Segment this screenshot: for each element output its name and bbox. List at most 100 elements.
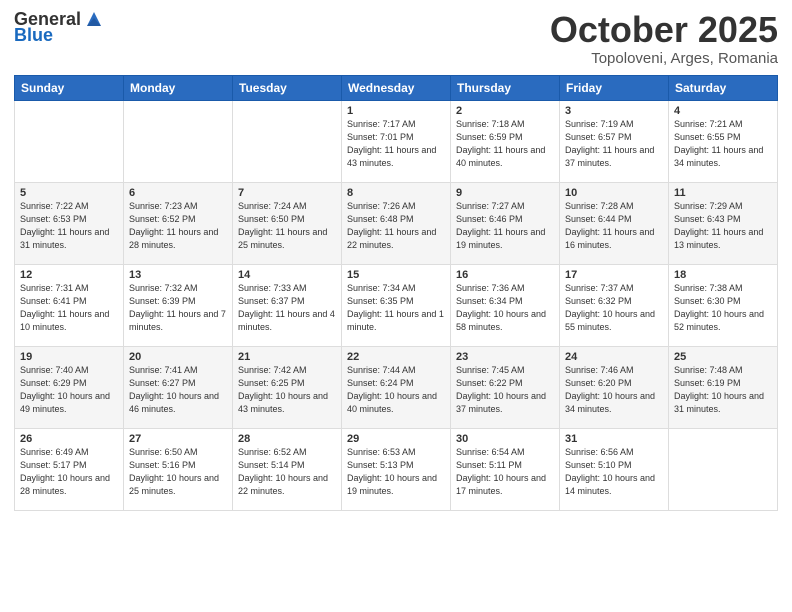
day-number: 21 [238, 351, 336, 363]
calendar-week-row: 26 Sunrise: 6:49 AMSunset: 5:17 PMDayligh… [15, 428, 778, 510]
table-row [233, 100, 342, 182]
table-row: 16 Sunrise: 7:36 AMSunset: 6:34 PMDayligh… [451, 264, 560, 346]
day-number: 19 [20, 351, 118, 363]
day-info: Sunrise: 7:36 AMSunset: 6:34 PMDaylight:… [456, 283, 546, 332]
col-thursday: Thursday [451, 75, 560, 100]
day-info: Sunrise: 7:18 AMSunset: 6:59 PMDaylight:… [456, 119, 545, 168]
day-number: 22 [347, 351, 445, 363]
month-title: October 2025 [550, 10, 778, 50]
table-row: 19 Sunrise: 7:40 AMSunset: 6:29 PMDayligh… [15, 346, 124, 428]
day-info: Sunrise: 7:48 AMSunset: 6:19 PMDaylight:… [674, 365, 764, 414]
table-row: 12 Sunrise: 7:31 AMSunset: 6:41 PMDayligh… [15, 264, 124, 346]
table-row: 18Sunrise: 7:38 AMSunset: 6:30 PMDayligh… [669, 264, 778, 346]
day-number: 1 [347, 105, 445, 117]
day-number: 3 [565, 105, 663, 117]
calendar-table: Sunday Monday Tuesday Wednesday Thursday… [14, 75, 778, 511]
day-number: 5 [20, 187, 118, 199]
day-info: Sunrise: 7:17 AMSunset: 7:01 PMDaylight:… [347, 119, 436, 168]
day-info: Sunrise: 7:31 AMSunset: 6:41 PMDaylight:… [20, 283, 109, 332]
calendar-header-row: Sunday Monday Tuesday Wednesday Thursday… [15, 75, 778, 100]
day-number: 27 [129, 433, 227, 445]
day-info: Sunrise: 7:21 AMSunset: 6:55 PMDaylight:… [674, 119, 763, 168]
table-row: 22Sunrise: 7:44 AMSunset: 6:24 PMDayligh… [342, 346, 451, 428]
table-row: 29 Sunrise: 6:53 AMSunset: 5:13 PMDayligh… [342, 428, 451, 510]
day-number: 17 [565, 269, 663, 281]
day-number: 4 [674, 105, 772, 117]
day-number: 12 [20, 269, 118, 281]
day-info: Sunrise: 6:54 AMSunset: 5:11 PMDaylight:… [456, 447, 546, 496]
day-info: Sunrise: 6:53 AMSunset: 5:13 PMDaylight:… [347, 447, 437, 496]
day-info: Sunrise: 7:19 AMSunset: 6:57 PMDaylight:… [565, 119, 654, 168]
col-tuesday: Tuesday [233, 75, 342, 100]
table-row [15, 100, 124, 182]
calendar-week-row: 19 Sunrise: 7:40 AMSunset: 6:29 PMDayligh… [15, 346, 778, 428]
calendar-week-row: 1 Sunrise: 7:17 AMSunset: 7:01 PMDaylight… [15, 100, 778, 182]
table-row: 28 Sunrise: 6:52 AMSunset: 5:14 PMDayligh… [233, 428, 342, 510]
col-wednesday: Wednesday [342, 75, 451, 100]
day-number: 14 [238, 269, 336, 281]
day-number: 29 [347, 433, 445, 445]
table-row: 17 Sunrise: 7:37 AMSunset: 6:32 PMDayligh… [560, 264, 669, 346]
day-number: 25 [674, 351, 772, 363]
day-number: 13 [129, 269, 227, 281]
day-info: Sunrise: 7:38 AMSunset: 6:30 PMDaylight:… [674, 283, 764, 332]
day-number: 31 [565, 433, 663, 445]
table-row: 30 Sunrise: 6:54 AMSunset: 5:11 PMDayligh… [451, 428, 560, 510]
day-number: 20 [129, 351, 227, 363]
table-row: 2 Sunrise: 7:18 AMSunset: 6:59 PMDaylight… [451, 100, 560, 182]
table-row: 8 Sunrise: 7:26 AMSunset: 6:48 PMDaylight… [342, 182, 451, 264]
day-number: 2 [456, 105, 554, 117]
day-number: 9 [456, 187, 554, 199]
day-number: 26 [20, 433, 118, 445]
day-info: Sunrise: 7:32 AMSunset: 6:39 PMDaylight:… [129, 283, 226, 332]
table-row: 26 Sunrise: 6:49 AMSunset: 5:17 PMDayligh… [15, 428, 124, 510]
day-info: Sunrise: 6:56 AMSunset: 5:10 PMDaylight:… [565, 447, 655, 496]
table-row: 14Sunrise: 7:33 AMSunset: 6:37 PMDayligh… [233, 264, 342, 346]
header: General Blue October 2025 Topoloveni, Ar… [14, 10, 778, 67]
col-saturday: Saturday [669, 75, 778, 100]
day-number: 7 [238, 187, 336, 199]
day-info: Sunrise: 7:23 AMSunset: 6:52 PMDaylight:… [129, 201, 218, 250]
day-info: Sunrise: 7:28 AMSunset: 6:44 PMDaylight:… [565, 201, 654, 250]
logo-icon [83, 8, 105, 30]
day-number: 28 [238, 433, 336, 445]
table-row: 24 Sunrise: 7:46 AMSunset: 6:20 PMDayligh… [560, 346, 669, 428]
table-row: 21 Sunrise: 7:42 AMSunset: 6:25 PMDayligh… [233, 346, 342, 428]
col-monday: Monday [124, 75, 233, 100]
table-row: 3 Sunrise: 7:19 AMSunset: 6:57 PMDaylight… [560, 100, 669, 182]
page: General Blue October 2025 Topoloveni, Ar… [0, 0, 792, 612]
day-number: 24 [565, 351, 663, 363]
table-row: 1 Sunrise: 7:17 AMSunset: 7:01 PMDaylight… [342, 100, 451, 182]
table-row: 15Sunrise: 7:34 AMSunset: 6:35 PMDayligh… [342, 264, 451, 346]
col-sunday: Sunday [15, 75, 124, 100]
logo-blue-text: Blue [14, 26, 53, 46]
day-number: 16 [456, 269, 554, 281]
day-info: Sunrise: 7:40 AMSunset: 6:29 PMDaylight:… [20, 365, 110, 414]
day-info: Sunrise: 6:49 AMSunset: 5:17 PMDaylight:… [20, 447, 110, 496]
table-row: 4 Sunrise: 7:21 AMSunset: 6:55 PMDaylight… [669, 100, 778, 182]
table-row: 25 Sunrise: 7:48 AMSunset: 6:19 PMDayligh… [669, 346, 778, 428]
day-info: Sunrise: 7:29 AMSunset: 6:43 PMDaylight:… [674, 201, 763, 250]
location-title: Topoloveni, Arges, Romania [550, 50, 778, 67]
day-info: Sunrise: 7:26 AMSunset: 6:48 PMDaylight:… [347, 201, 436, 250]
day-info: Sunrise: 6:52 AMSunset: 5:14 PMDaylight:… [238, 447, 328, 496]
day-number: 23 [456, 351, 554, 363]
table-row: 23 Sunrise: 7:45 AMSunset: 6:22 PMDayligh… [451, 346, 560, 428]
table-row: 13 Sunrise: 7:32 AMSunset: 6:39 PMDayligh… [124, 264, 233, 346]
day-number: 10 [565, 187, 663, 199]
day-info: Sunrise: 7:41 AMSunset: 6:27 PMDaylight:… [129, 365, 219, 414]
col-friday: Friday [560, 75, 669, 100]
title-block: October 2025 Topoloveni, Arges, Romania [550, 10, 778, 67]
day-info: Sunrise: 7:46 AMSunset: 6:20 PMDaylight:… [565, 365, 655, 414]
table-row: 7Sunrise: 7:24 AMSunset: 6:50 PMDaylight… [233, 182, 342, 264]
day-info: Sunrise: 7:42 AMSunset: 6:25 PMDaylight:… [238, 365, 328, 414]
day-number: 8 [347, 187, 445, 199]
day-info: Sunrise: 7:45 AMSunset: 6:22 PMDaylight:… [456, 365, 546, 414]
day-number: 30 [456, 433, 554, 445]
day-info: Sunrise: 7:27 AMSunset: 6:46 PMDaylight:… [456, 201, 545, 250]
day-info: Sunrise: 7:37 AMSunset: 6:32 PMDaylight:… [565, 283, 655, 332]
table-row: 31 Sunrise: 6:56 AMSunset: 5:10 PMDayligh… [560, 428, 669, 510]
table-row [124, 100, 233, 182]
day-info: Sunrise: 7:22 AMSunset: 6:53 PMDaylight:… [20, 201, 109, 250]
table-row [669, 428, 778, 510]
